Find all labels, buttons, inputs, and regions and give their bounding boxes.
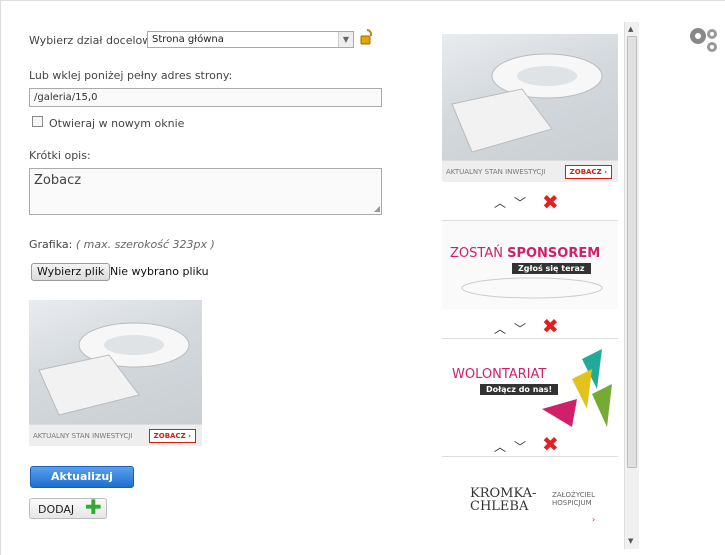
scroll-down-icon[interactable]: ▼ bbox=[628, 537, 633, 545]
image-label-text: Grafika: bbox=[29, 238, 73, 251]
kromka-logo: KROMKA-CHLEBA bbox=[470, 486, 537, 514]
padlock-open-icon[interactable] bbox=[360, 28, 374, 46]
scroll-thumb[interactable] bbox=[627, 36, 637, 468]
section-label: Wybierz dział docelowy: bbox=[29, 34, 161, 47]
banner-item-volunteer[interactable]: WOLONTARIAT Dołącz do nas! bbox=[442, 338, 618, 427]
chevron-down-icon[interactable]: ▼ bbox=[338, 32, 353, 47]
url-input[interactable]: /galeria/15,0 bbox=[29, 88, 382, 107]
banner-item-kromka[interactable]: KROMKA-CHLEBA ZAŁOŻYCIEL HOSPICJUM › bbox=[442, 456, 618, 545]
resize-handle-icon[interactable]: ◢ bbox=[374, 204, 380, 213]
new-window-checkbox[interactable] bbox=[32, 116, 43, 127]
add-button[interactable]: DODAJ ✚ bbox=[29, 495, 107, 519]
banner-list: AKTUALNY STAN INWESTYCJI ZOBACZ › ︿﹀ ✖ Z… bbox=[442, 22, 622, 552]
new-window-label: Otwieraj w nowym oknie bbox=[49, 117, 185, 130]
scroll-up-icon[interactable]: ▲ bbox=[628, 25, 633, 33]
volunteer-title: WOLONTARIAT bbox=[452, 367, 547, 382]
sponsor-title: ZOSTAŃ SPONSOREM bbox=[450, 246, 601, 261]
image-hint: ( max. szerokość 323px ) bbox=[75, 238, 215, 251]
file-status: Nie wybrano pliku bbox=[110, 265, 209, 278]
update-button[interactable]: Aktualizuj bbox=[30, 466, 134, 488]
kromka-arrow-icon: › bbox=[592, 515, 596, 524]
kromka-side-text: ZAŁOŻYCIEL HOSPICJUM bbox=[552, 491, 595, 507]
banner-caption-bar: AKTUALNY STAN INWESTYCJI ZOBACZ › bbox=[442, 160, 618, 182]
move-down-icon[interactable]: ﹀ bbox=[514, 440, 534, 454]
move-arrows: ︿﹀ bbox=[494, 194, 534, 211]
section-select[interactable]: Strona główna ▼ bbox=[147, 31, 354, 48]
preview-caption-bar: AKTUALNY STAN INWESTYCJI ZOBACZ › bbox=[29, 424, 202, 446]
url-value: /galeria/15,0 bbox=[34, 92, 98, 103]
move-down-icon[interactable]: ﹀ bbox=[514, 322, 534, 336]
move-up-icon[interactable]: ︿ bbox=[494, 196, 514, 210]
image-preview: AKTUALNY STAN INWESTYCJI ZOBACZ › bbox=[29, 300, 202, 446]
add-button-label: DODAJ bbox=[38, 503, 75, 516]
move-down-icon[interactable]: ﹀ bbox=[514, 196, 534, 210]
move-arrows: ︿﹀ bbox=[494, 320, 534, 337]
banner-item-sponsor[interactable]: ZOSTAŃ SPONSOREM Zgłoś się teraz bbox=[442, 220, 618, 309]
section-select-value: Strona główna bbox=[152, 34, 224, 45]
plus-icon: ✚ bbox=[85, 495, 102, 519]
banner-item-building[interactable]: AKTUALNY STAN INWESTYCJI ZOBACZ › bbox=[442, 34, 618, 182]
desc-label: Krótki opis: bbox=[29, 149, 91, 162]
image-label: Grafika: ( max. szerokość 323px ) bbox=[29, 238, 215, 251]
volunteer-graphic bbox=[542, 349, 612, 427]
gears-icon[interactable] bbox=[688, 24, 720, 57]
preview-caption: AKTUALNY STAN INWESTYCJI bbox=[33, 432, 133, 440]
delete-icon[interactable]: ✖ bbox=[542, 192, 559, 212]
preview-zobacz-button[interactable]: ZOBACZ › bbox=[148, 429, 196, 443]
move-up-icon[interactable]: ︿ bbox=[494, 322, 514, 336]
move-arrows: ︿﹀ bbox=[494, 438, 534, 455]
choose-file-button[interactable]: Wybierz plik bbox=[31, 263, 111, 281]
delete-icon[interactable]: ✖ bbox=[542, 316, 559, 336]
url-label: Lub wklej poniżej pełny adres strony: bbox=[29, 69, 233, 82]
desc-value: Zobacz bbox=[34, 173, 82, 188]
banner-zobacz-button[interactable]: ZOBACZ › bbox=[564, 165, 612, 179]
desc-textarea[interactable]: Zobacz ◢ bbox=[29, 168, 382, 215]
banner-caption: AKTUALNY STAN INWESTYCJI bbox=[446, 168, 546, 176]
move-up-icon[interactable]: ︿ bbox=[494, 440, 514, 454]
list-scrollbar[interactable]: ▲ ▼ bbox=[624, 22, 639, 549]
delete-icon[interactable]: ✖ bbox=[542, 434, 559, 454]
